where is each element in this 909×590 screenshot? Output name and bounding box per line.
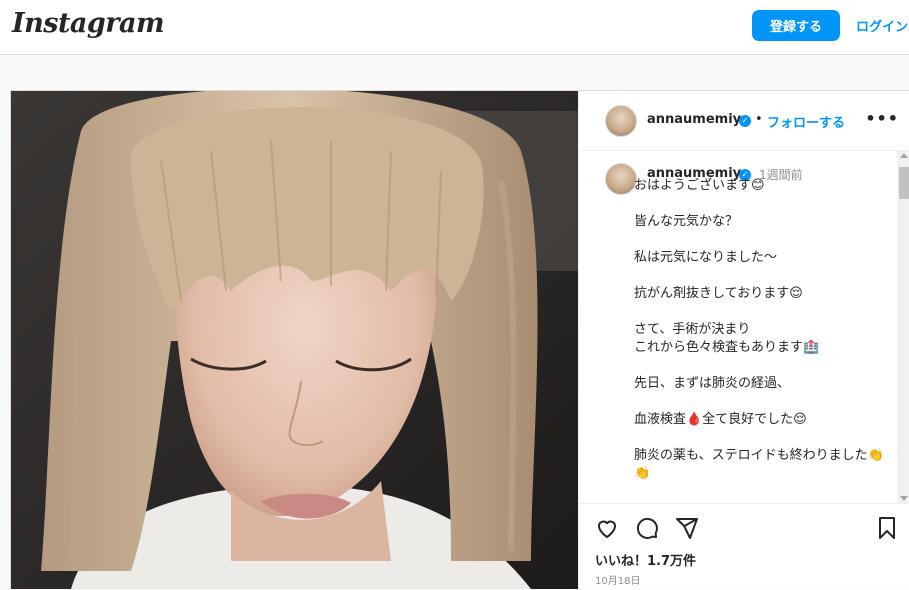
caption-line: 抗がん剤抜きしております😌 [634,286,803,301]
caption-line: 私は元気になりました〜 [634,250,778,265]
comments-scrollbar[interactable] [897,151,909,503]
scroll-down-arrow-icon[interactable] [900,496,908,501]
post-caption: おはようございます😊 皆んな元気かな？ 私は元気になりました〜 抗がん剤抜きして… [634,177,889,501]
caption-line: 先日、まずは肺炎の経過、 [634,376,791,391]
signup-button[interactable]: 登録する [752,10,840,41]
comments-area[interactable]: annaumemiya ✓ 1週間前 おはようございます😊 皆んな元気かな？ 私… [579,151,909,503]
top-nav-bar: Instagram 登録する ログイン [0,0,909,55]
scrollbar-thumb[interactable] [899,167,909,199]
avatar[interactable] [605,105,637,137]
post-photo[interactable] [11,91,578,589]
follow-button[interactable]: フォローする [767,112,845,131]
post-card: annaumemiya ✓ • フォローする ••• annaumemiya ✓… [10,90,909,589]
caption-line: 皆んな元気かな？ [634,214,739,229]
heart-icon[interactable] [595,516,619,544]
post-actions: いいね！1.7万件 10月18日 [579,503,909,590]
post-side-panel: annaumemiya ✓ • フォローする ••• annaumemiya ✓… [578,91,909,589]
scroll-up-arrow-icon[interactable] [900,153,908,158]
bookmark-icon[interactable] [875,516,899,544]
more-options-icon[interactable]: ••• [865,109,899,128]
caption-line: 血液検査🩸全て良好でした😌 [634,412,807,427]
comment-icon[interactable] [635,516,659,544]
like-count[interactable]: いいね！1.7万件 [595,550,696,569]
caption-line: 肺炎の薬も、ステロイドも終わりました👏👏 [634,448,884,481]
post-username[interactable]: annaumemiya [647,112,750,127]
caption-line: さて、手術が決まり これから色々検査もあります🏥 [634,322,820,355]
login-link[interactable]: ログイン [856,16,908,35]
instagram-logo[interactable]: Instagram [12,8,165,39]
verified-badge-icon: ✓ [739,115,751,127]
avatar[interactable] [605,163,637,195]
caption-line: おはようございます😊 [634,178,765,193]
share-icon[interactable] [675,516,699,544]
portrait-image [11,91,578,589]
post-date[interactable]: 10月18日 [595,572,640,587]
post-header: annaumemiya ✓ • フォローする ••• [579,91,909,151]
separator-dot: • [755,112,763,127]
